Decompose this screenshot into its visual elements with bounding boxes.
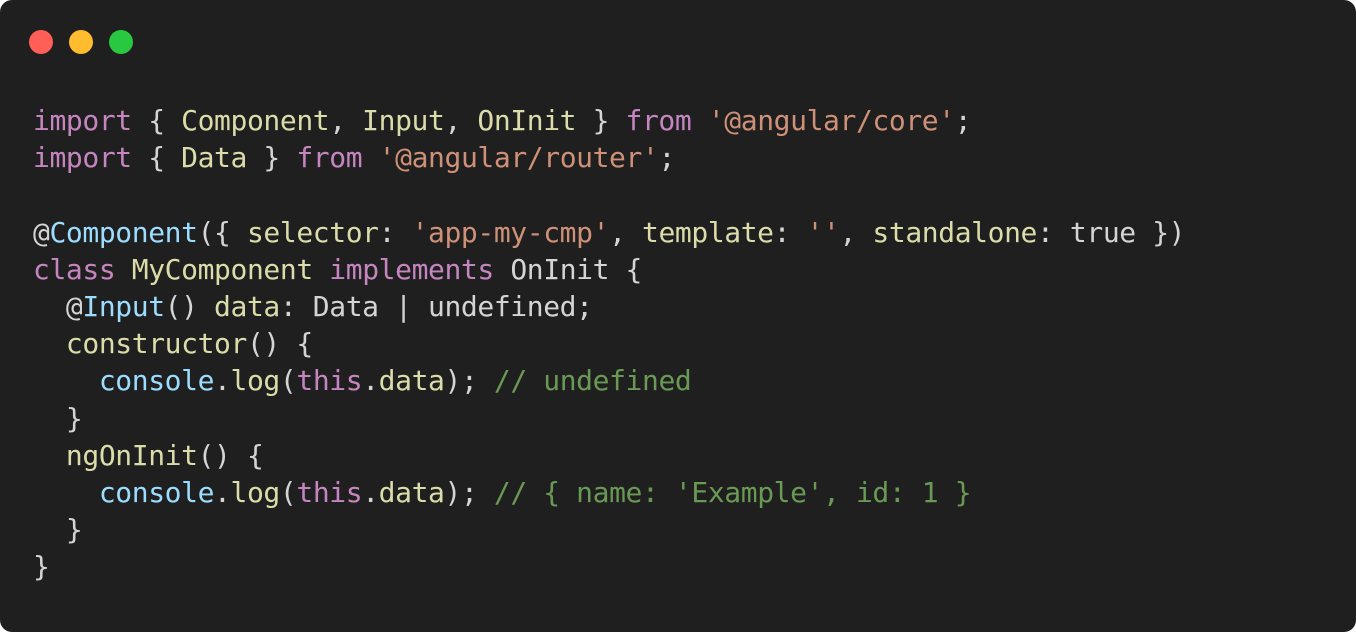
minimize-dot-icon[interactable]	[69, 30, 93, 54]
code-token: }	[576, 104, 626, 137]
code-token: ,	[444, 104, 478, 137]
code-line: ngOnInit() {	[33, 437, 1185, 474]
code-token: @	[33, 215, 50, 249]
code-token: implements	[329, 252, 494, 286]
code-line: constructor() {	[33, 325, 1185, 362]
code-token: () {	[246, 327, 313, 361]
code-token: class	[33, 252, 116, 286]
code-token: Data	[181, 141, 247, 175]
code-token: Component	[49, 215, 198, 249]
code-token: @	[33, 289, 83, 323]
code-token: ;	[658, 141, 675, 175]
code-block: import { Component, Input, OnInit } from…	[33, 102, 1186, 585]
code-token: ''	[806, 215, 840, 249]
window-controls	[29, 30, 133, 54]
code-line: }	[33, 511, 1185, 548]
maximize-dot-icon[interactable]	[109, 30, 133, 54]
code-token: }	[246, 141, 297, 175]
code-token: this	[296, 364, 363, 398]
code-token: : true })	[1037, 215, 1186, 249]
code-token: ngOnInit	[65, 438, 198, 472]
code-line: }	[33, 400, 1185, 437]
code-line: class MyComponent implements OnInit {	[33, 251, 1185, 288]
code-window: import { Component, Input, OnInit } from…	[0, 0, 1356, 632]
code-token: ,	[609, 215, 642, 249]
code-token: () {	[197, 438, 264, 472]
code-token: MyComponent	[131, 252, 313, 286]
code-token: data	[378, 364, 445, 398]
code-token: ()	[164, 289, 215, 323]
code-token: .	[214, 475, 231, 509]
code-line: @Input() data: Data | undefined;	[33, 288, 1185, 325]
code-line: import { Data } from '@angular/router';	[33, 139, 1185, 176]
code-token: import	[33, 141, 132, 175]
code-token: (	[279, 475, 297, 509]
code-line: import { Component, Input, OnInit } from…	[33, 102, 1185, 139]
code-token: (	[279, 364, 297, 398]
code-token: constructor	[65, 327, 247, 361]
code-token: ;	[954, 104, 972, 137]
close-dot-icon[interactable]	[29, 30, 53, 54]
code-token: '@angular/core'	[707, 104, 955, 137]
code-token: :	[773, 215, 807, 249]
code-token: Input	[362, 104, 445, 137]
code-token: Input	[82, 289, 165, 323]
code-token: data	[214, 289, 280, 323]
code-token: ,	[329, 104, 363, 137]
code-token: console	[98, 475, 215, 509]
code-token: :	[378, 215, 412, 249]
code-token: // { name: 'Example', id: 1 }	[493, 475, 972, 509]
code-token: standalone	[872, 215, 1037, 249]
code-token: log	[230, 364, 281, 398]
code-token: OnInit {	[493, 252, 642, 286]
code-token: );	[444, 475, 494, 509]
code-token: '@angular/router'	[378, 141, 659, 175]
code-token: }	[33, 513, 83, 547]
code-token: : Data | undefined;	[279, 289, 593, 323]
code-token: {	[131, 141, 182, 175]
code-token: .	[362, 364, 379, 398]
code-token: 'app-my-cmp'	[411, 215, 610, 249]
code-token: selector	[246, 215, 379, 249]
code-token: ({	[197, 215, 247, 249]
code-line: console.log(this.data); // { name: 'Exam…	[33, 474, 1185, 511]
code-token: from	[625, 104, 692, 137]
code-token: ,	[839, 215, 873, 249]
code-token: Component	[181, 104, 330, 137]
code-token: .	[362, 475, 379, 509]
code-token: import	[33, 104, 132, 137]
code-token: console	[98, 364, 215, 398]
code-token: .	[214, 364, 231, 398]
code-token: log	[230, 475, 281, 509]
code-token: data	[378, 475, 445, 509]
code-line: @Component({ selector: 'app-my-cmp', tem…	[33, 214, 1186, 251]
code-token: }	[33, 550, 50, 584]
code-token: from	[296, 141, 363, 175]
code-line: console.log(this.data); // undefined	[33, 362, 1185, 399]
code-token: {	[131, 104, 182, 137]
code-token: );	[444, 364, 494, 398]
code-token: template	[641, 215, 774, 249]
code-token: OnInit	[477, 104, 577, 137]
code-line: }	[33, 548, 1185, 585]
code-token: }	[33, 401, 83, 435]
code-token: // undefined	[493, 364, 692, 398]
code-token: this	[296, 475, 363, 509]
